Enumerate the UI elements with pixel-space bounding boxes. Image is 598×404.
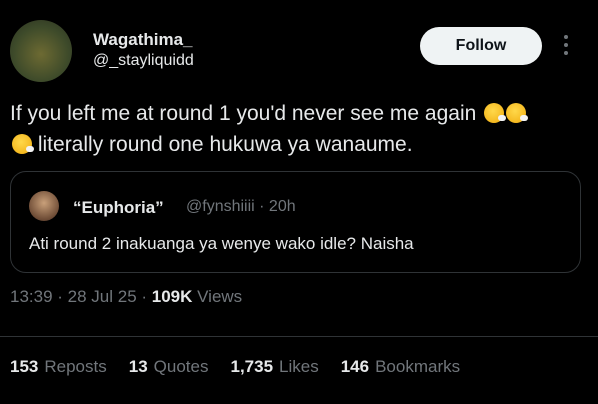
bookmarks-count: 146 xyxy=(340,357,370,376)
follow-button[interactable]: Follow xyxy=(420,27,542,65)
quotes-stat[interactable]: 13 Quotes xyxy=(129,357,209,377)
tweet-time[interactable]: 13:39 xyxy=(10,287,53,306)
quoted-tweet-card[interactable]: “Euphoria” @fynshiiii · 20h Ati round 2 … xyxy=(10,171,581,273)
tweet-text: If you left me at round 1 you'd never se… xyxy=(10,98,590,160)
meta-separator: · xyxy=(136,287,152,306)
sneezing-face-emoji-icon xyxy=(12,134,34,154)
reposts-label: Reposts xyxy=(44,357,107,376)
views-label: Views xyxy=(192,287,243,306)
likes-count: 1,735 xyxy=(230,357,274,376)
meta-separator: · xyxy=(52,287,68,306)
tweet-line-1: If you left me at round 1 you'd never se… xyxy=(10,102,477,125)
author-name[interactable]: Wagathima_ xyxy=(93,30,193,50)
quotes-label: Quotes xyxy=(153,357,209,376)
reposts-count: 153 xyxy=(10,357,39,376)
divider xyxy=(0,336,598,337)
quotes-count: 13 xyxy=(128,357,148,376)
quoted-tweet-text: Ati round 2 inakuanga ya wenye wako idle… xyxy=(29,234,414,253)
bookmarks-stat[interactable]: 146 Bookmarks xyxy=(341,357,460,377)
likes-stat[interactable]: 1,735 Likes xyxy=(230,357,318,377)
author-handle[interactable]: @_stayliquidd xyxy=(93,52,194,70)
tweet-date[interactable]: 28 Jul 25 xyxy=(68,287,137,306)
quoted-author-name: “Euphoria” xyxy=(73,198,164,217)
quoted-author-avatar xyxy=(29,191,59,221)
sneezing-face-emoji-icon xyxy=(484,103,507,123)
tweet-meta: 13:39 · 28 Jul 25 · 109K Views xyxy=(10,287,242,307)
tweet-line-2: literally round one hukuwa ya wanaume. xyxy=(37,133,413,156)
sneezing-face-emoji-icon xyxy=(506,103,529,123)
author-avatar[interactable] xyxy=(10,20,72,82)
engagement-stats: 153 Reposts 13 Quotes 1,735 Likes 146 Bookma… xyxy=(10,357,460,377)
reposts-stat[interactable]: 153 Reposts xyxy=(10,357,107,377)
bookmarks-label: Bookmarks xyxy=(375,357,461,376)
likes-label: Likes xyxy=(279,357,319,376)
more-options-icon[interactable] xyxy=(562,35,570,57)
quoted-author-handle-time: @fynshiiii · 20h xyxy=(186,198,296,215)
views-count: 109K xyxy=(151,287,193,306)
